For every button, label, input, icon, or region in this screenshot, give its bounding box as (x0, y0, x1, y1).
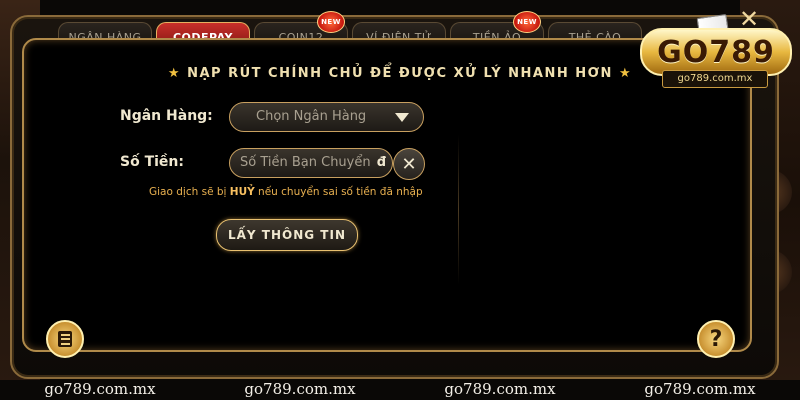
new-badge: NEW (513, 11, 541, 33)
warning-note: Giao dịch sẽ bị HUỶ nếu chuyển sai số ti… (149, 186, 423, 198)
brand-logo: GO789 go789.com.mx (640, 14, 792, 92)
question-icon: ? (709, 326, 723, 352)
star-icon: ★ (618, 66, 633, 81)
clear-amount-button[interactable]: ✕ (393, 148, 425, 180)
list-icon (58, 331, 72, 347)
panel-title: ★ NẠP RÚT CHÍNH CHỦ ĐỂ ĐƯỢC XỬ LÝ NHANH … (167, 66, 633, 81)
bank-label: Ngân Hàng: (120, 108, 213, 124)
new-badge: NEW (317, 11, 345, 33)
watermark-text: go789.com.mx (444, 380, 556, 398)
bank-select[interactable]: Chọn Ngân Hàng (229, 102, 424, 132)
amount-label: Số Tiền: (120, 154, 184, 170)
currency-suffix: đ (376, 155, 387, 170)
help-button[interactable]: ? (697, 320, 735, 358)
close-icon: ✕ (401, 153, 417, 175)
watermark-bar: go789.com.mx go789.com.mx go789.com.mx g… (0, 380, 800, 400)
history-button[interactable] (46, 320, 84, 358)
close-icon[interactable]: ✕ (736, 6, 762, 32)
chevron-down-icon (395, 113, 409, 122)
star-icon: ★ (167, 66, 182, 81)
amount-input[interactable]: Số Tiền Bạn Chuyển đ (229, 148, 393, 178)
watermark-text: go789.com.mx (44, 380, 156, 398)
divider (458, 135, 459, 285)
watermark-text: go789.com.mx (244, 380, 356, 398)
get-info-button[interactable]: LẤY THÔNG TIN (216, 219, 358, 251)
watermark-text: go789.com.mx (644, 380, 756, 398)
